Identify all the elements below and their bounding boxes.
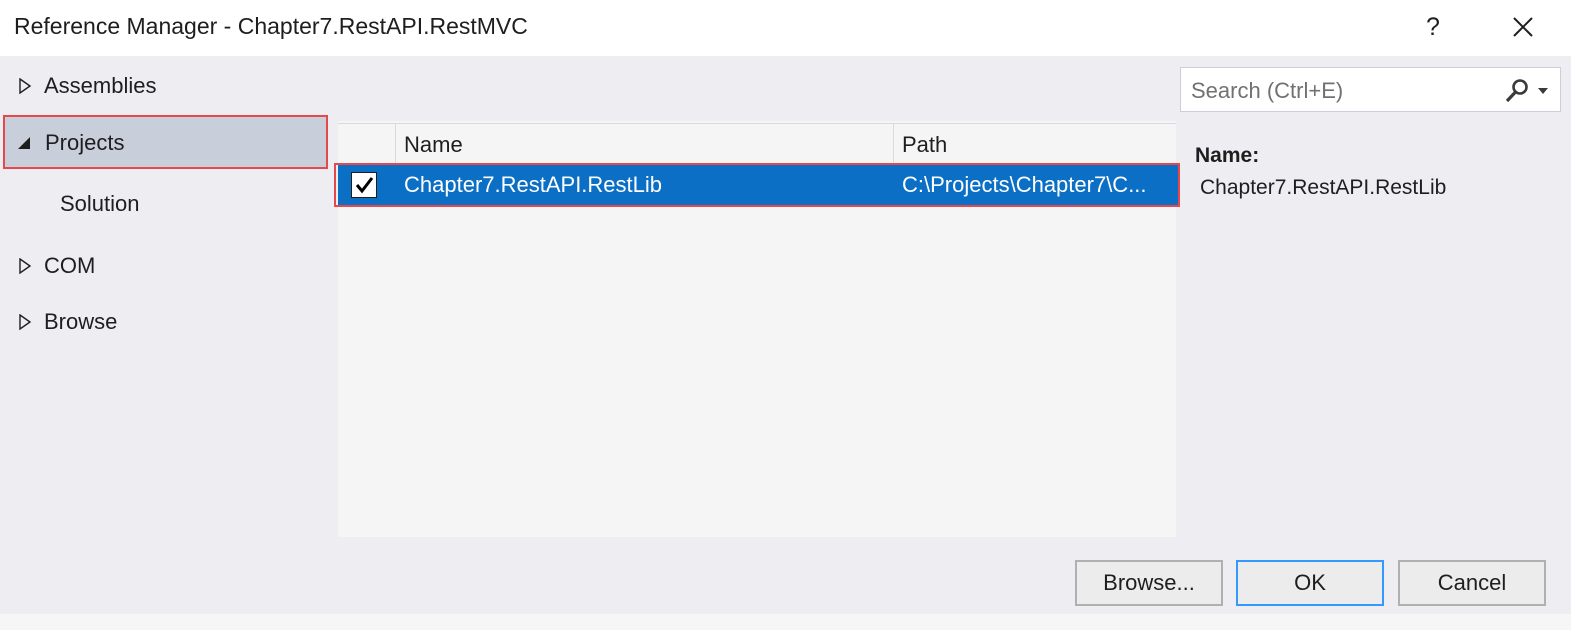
ok-button[interactable]: OK [1236,560,1384,606]
tree-item-projects[interactable]: Projects [3,115,328,169]
close-button[interactable] [1504,8,1542,46]
expand-arrow-icon[interactable] [18,300,34,344]
tree-item-label: Projects [45,130,125,155]
detail-name-label: Name: [1195,144,1260,167]
window-title: Reference Manager - Chapter7.RestAPI.Res… [14,13,528,39]
row-path: C:\Projects\Chapter7\C... [902,172,1147,197]
tree-item-com[interactable]: COM [0,244,338,288]
search-icon[interactable] [1504,78,1530,104]
expand-arrow-icon[interactable] [18,64,34,108]
category-tree: Assemblies Projects Solution COM Browse [0,56,338,546]
column-separator[interactable] [893,124,894,164]
close-icon [1513,17,1533,37]
expand-arrow-icon[interactable] [18,244,34,288]
list-header: Name Path [338,123,1176,165]
tree-item-label: Browse [44,309,118,334]
table-row[interactable]: Chapter7.RestAPI.RestLib C:\Projects\Cha… [338,165,1178,205]
chevron-down-icon[interactable] [1537,86,1549,96]
tree-item-assemblies[interactable]: Assemblies [0,64,338,108]
column-header-name[interactable]: Name [404,124,463,164]
browse-button[interactable]: Browse... [1075,560,1223,606]
footer-strip [0,614,1571,630]
column-separator[interactable] [395,124,396,164]
tree-item-solution[interactable]: Solution [0,182,338,226]
detail-name-value: Chapter7.RestAPI.RestLib [1200,176,1447,199]
title-bar: Reference Manager - Chapter7.RestAPI.Res… [0,0,1571,56]
collapse-arrow-icon[interactable] [17,117,33,169]
tree-item-label: Solution [60,191,140,216]
column-header-path[interactable]: Path [902,124,947,164]
checkmark-icon [355,177,374,194]
tree-item-browse[interactable]: Browse [0,300,338,344]
cancel-button[interactable]: Cancel [1398,560,1546,606]
search-input[interactable]: Search (Ctrl+E) [1191,68,1343,113]
reference-checkbox[interactable] [351,172,377,198]
tree-item-label: Assemblies [44,73,157,98]
help-button[interactable]: ? [1414,8,1452,46]
reference-list[interactable]: Name Path Chapter7.RestAPI.RestLib C:\Pr… [334,121,1180,537]
row-name: Chapter7.RestAPI.RestLib [404,172,663,197]
search-box[interactable]: Search (Ctrl+E) [1180,67,1561,112]
tree-item-label: COM [44,253,96,278]
